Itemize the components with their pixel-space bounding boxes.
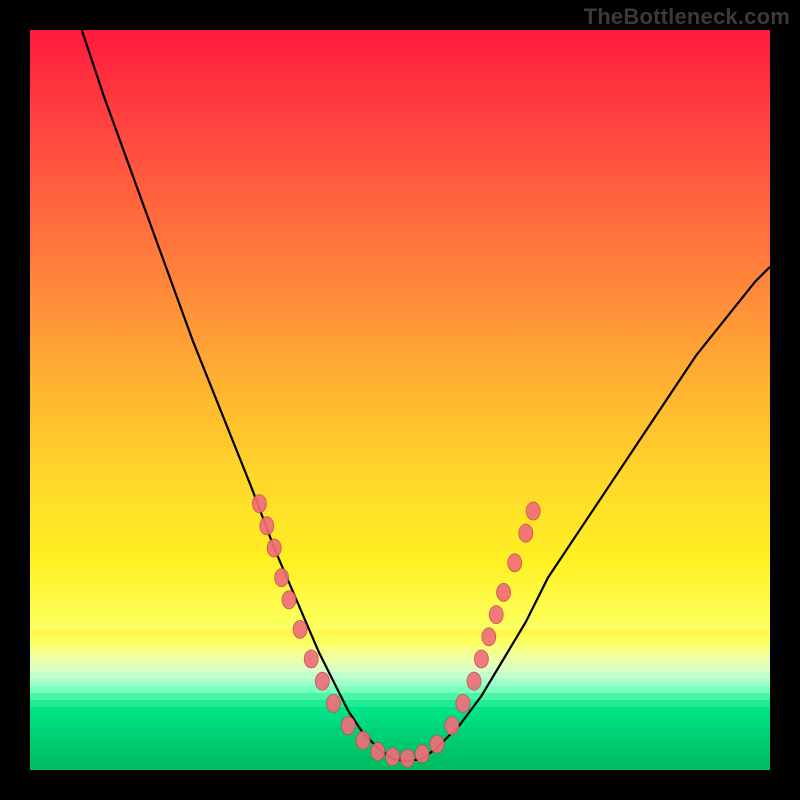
scatter-point [415, 745, 429, 763]
scatter-point [519, 524, 533, 542]
scatter-point [526, 502, 540, 520]
scatter-point [400, 749, 414, 767]
scatter-point [293, 620, 307, 638]
scatter-point [252, 495, 266, 513]
plot-area [30, 30, 770, 770]
scatter-point [260, 517, 274, 535]
scatter-point [315, 672, 329, 690]
scatter-point [474, 650, 488, 668]
bottleneck-curve [82, 30, 770, 761]
scatter-point [386, 748, 400, 766]
scatter-point [341, 717, 355, 735]
chart-frame: TheBottleneck.com [0, 0, 800, 800]
scatter-points [252, 495, 540, 768]
scatter-point [356, 731, 370, 749]
scatter-point [304, 650, 318, 668]
brand-watermark: TheBottleneck.com [584, 4, 790, 30]
curve-layer [30, 30, 770, 770]
scatter-point [445, 717, 459, 735]
scatter-point [456, 694, 470, 712]
scatter-point [275, 569, 289, 587]
scatter-point [267, 539, 281, 557]
scatter-point [467, 672, 481, 690]
scatter-point [508, 554, 522, 572]
scatter-point [371, 743, 385, 761]
scatter-point [482, 628, 496, 646]
scatter-point [497, 583, 511, 601]
scatter-point [489, 606, 503, 624]
scatter-point [282, 591, 296, 609]
scatter-point [430, 735, 444, 753]
scatter-point [326, 694, 340, 712]
